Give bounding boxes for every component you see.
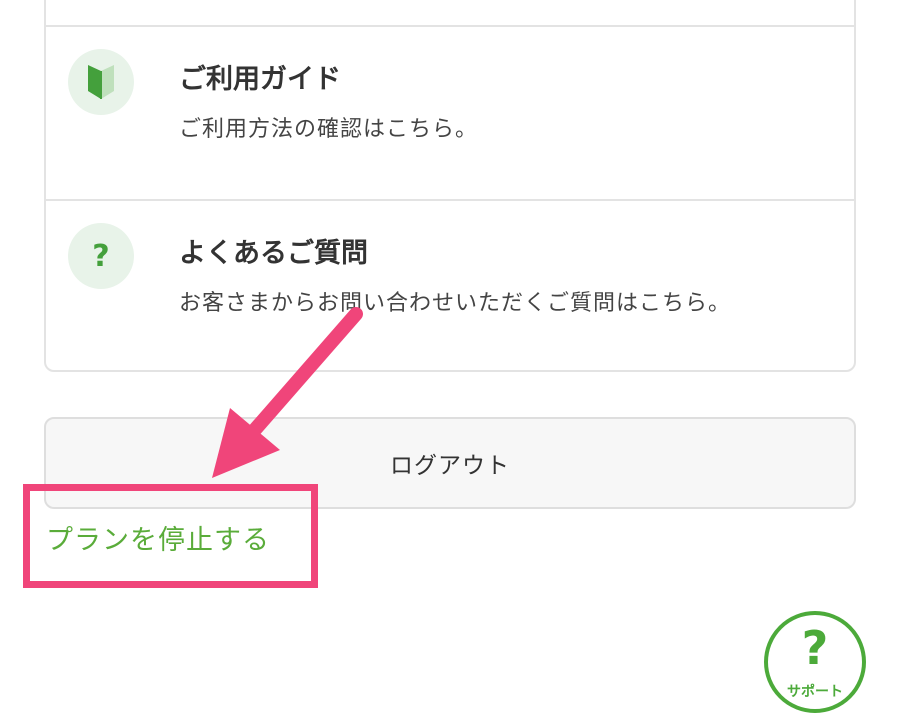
beginner-mark-icon bbox=[68, 49, 134, 115]
menu-item-title: ご利用ガイド bbox=[179, 64, 341, 95]
menu-item-description: ご利用方法の確認はこちら。 bbox=[179, 117, 479, 142]
menu-item-faq[interactable]: ? よくあるご質問 お客さまからお問い合わせいただくご質問はこちら。 bbox=[46, 199, 854, 373]
stop-plan-link[interactable]: プランを停止する bbox=[46, 518, 270, 557]
menu-item-usage-guide[interactable]: ご利用ガイド ご利用方法の確認はこちら。 bbox=[46, 25, 854, 199]
support-label: サポート bbox=[787, 684, 843, 700]
screen: ご利用ガイド ご利用方法の確認はこちら。 ? よくあるご質問 お客さまからお問い… bbox=[0, 0, 900, 723]
menu-item-title: よくあるご質問 bbox=[179, 238, 368, 269]
support-button[interactable]: ? サポート bbox=[764, 611, 866, 713]
logout-button[interactable]: ログアウト bbox=[44, 417, 856, 509]
question-icon: ? bbox=[68, 223, 134, 289]
support-question-icon: ? bbox=[801, 621, 829, 675]
question-glyph: ? bbox=[92, 238, 110, 274]
menu-item-description: お客さまからお問い合わせいただくご質問はこちら。 bbox=[179, 291, 732, 316]
menu-card: ご利用ガイド ご利用方法の確認はこちら。 ? よくあるご質問 お客さまからお問い… bbox=[44, 0, 856, 372]
